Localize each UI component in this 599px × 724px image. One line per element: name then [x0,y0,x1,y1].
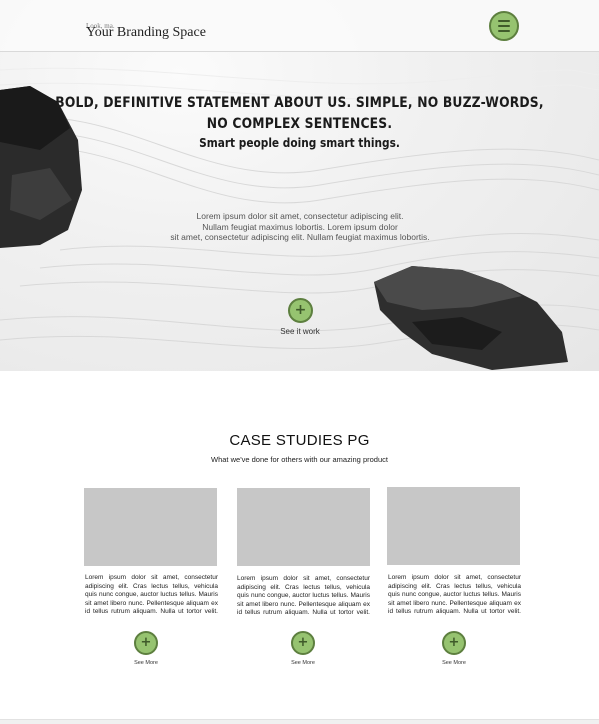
see-more-link[interactable]: See More [116,660,176,666]
see-more-link[interactable]: See More [424,660,484,666]
plus-icon: + [297,635,309,650]
case-studies-subtitle: What we've done for others with our amaz… [211,455,388,464]
hero-title: BOLD, DEFINITIVE STATEMENT ABOUT US. SIM… [36,93,563,135]
case-study-text: Lorem ipsum dolor sit amet, consectetur … [85,574,218,615]
case-study-text: Lorem ipsum dolor sit amet, consectetur … [237,575,370,616]
case-study-text: Lorem ipsum dolor sit amet, consectetur … [388,574,521,615]
right-rock-image [374,266,568,370]
hero-section: Look, ma. Your Branding Space BOLD, DEFI… [0,0,599,371]
case-study-image-placeholder [237,488,370,566]
plus-icon: + [294,302,307,318]
case-studies-title: CASE STUDIES PG [229,432,370,449]
case-study-image-placeholder [84,488,217,566]
hero-subtitle: Smart people doing smart things. [199,136,400,150]
see-more-link[interactable]: See More [273,660,333,666]
case-study-more-button[interactable]: + [134,631,158,655]
case-study-more-button[interactable]: + [442,631,466,655]
site-header: Look, ma. Your Branding Space [0,0,599,52]
hero-body-line3: sit amet, consectetur adipiscing elit. N… [170,232,430,242]
hero-body-line2: Nullam feugiat maximus lobortis. Lorem i… [202,221,398,232]
plus-icon: + [448,635,460,650]
see-it-work-button[interactable]: + [288,298,313,323]
menu-button[interactable] [489,11,519,41]
plus-icon: + [140,635,152,650]
hero-title-line1: BOLD, DEFINITIVE STATEMENT ABOUT US. SIM… [55,95,544,111]
case-study-more-button[interactable]: + [291,631,315,655]
see-it-work-link[interactable]: See it work [250,327,350,336]
brand-logo[interactable]: Your Branding Space [86,25,206,41]
footer-divider [0,719,599,724]
hero-body-line1: Lorem ipsum dolor sit amet, consectetur … [196,211,404,221]
hero-title-line2: NO COMPLEX SENTENCES. [206,116,393,132]
hero-body: Lorem ipsum dolor sit amet, consectetur … [150,211,450,243]
case-study-image-placeholder [387,487,520,565]
